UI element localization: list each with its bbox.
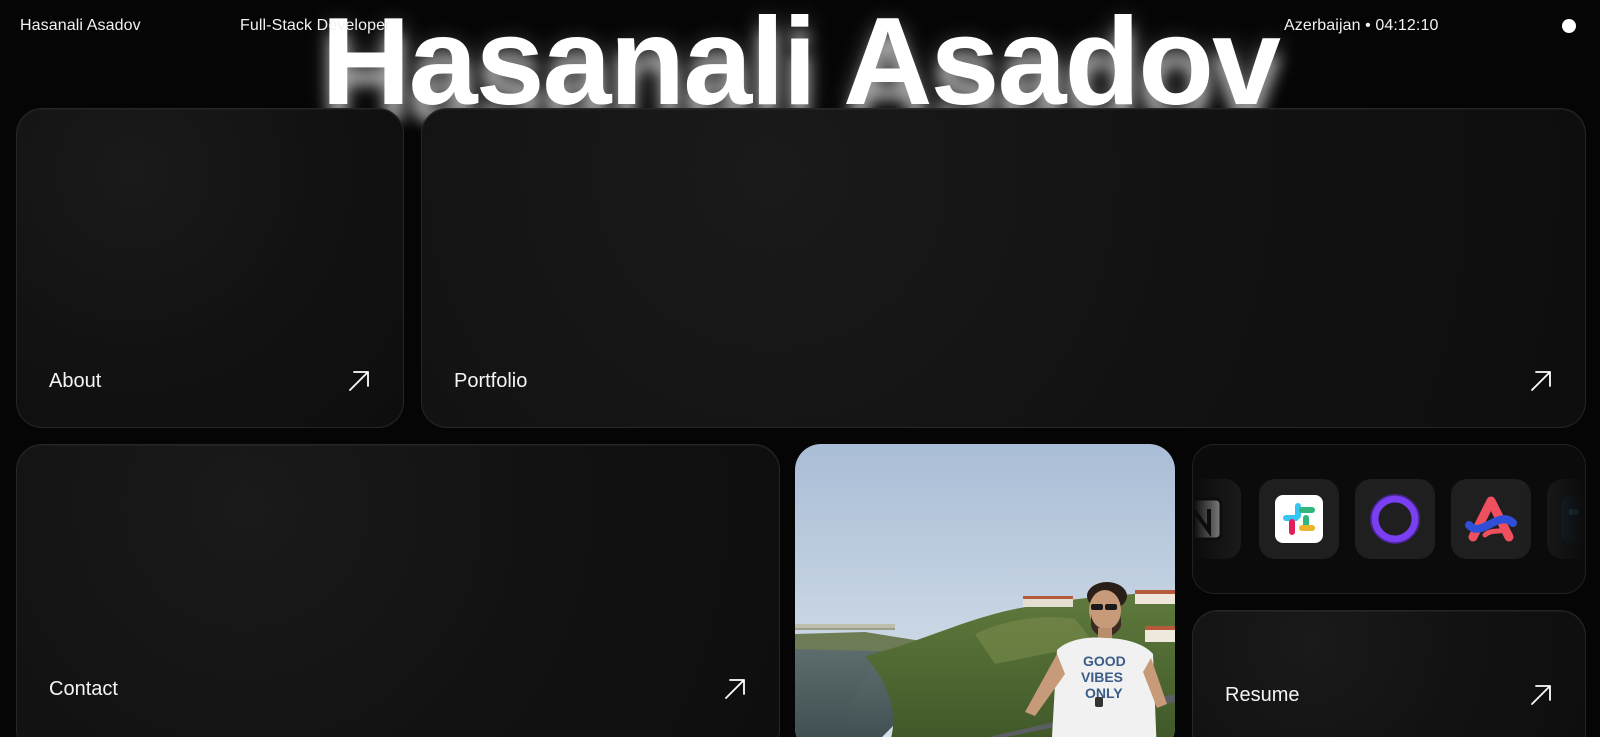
profile-photo-illustration: GOOD VIBES ONLY [795,444,1175,737]
tshirt-text-2: VIBES [1081,669,1123,685]
top-bar: Hasanali Asadov Full-Stack Developer Aze… [0,0,1600,52]
arrow-up-right-icon [725,679,745,699]
site-owner-name[interactable]: Hasanali Asadov [20,17,141,35]
resume-label: Resume [1225,684,1300,706]
about-card[interactable]: About [16,108,404,428]
job-title: Full-Stack Developer [240,17,391,34]
arc-style-logo-icon [1465,496,1517,542]
location-clock: Azerbaijan • 04:12:10 [1284,17,1439,34]
carousel-fade-left [1193,445,1253,593]
tools-carousel[interactable] [1192,444,1586,594]
slack-tile[interactable] [1259,479,1339,559]
tshirt-text-3: ONLY [1085,685,1123,701]
arrow-up-right-icon [1531,685,1551,705]
arc-style-tile[interactable] [1451,479,1531,559]
status-dot-icon[interactable] [1562,19,1576,33]
contact-card[interactable]: Contact [16,444,780,737]
slack-icon [1275,495,1323,543]
ring-app-tile[interactable] [1355,479,1435,559]
page: Hasanali Asadov Full-Stack Developer Aze… [0,0,1600,737]
ring-app-icon [1370,494,1420,544]
profile-photo: GOOD VIBES ONLY [795,444,1175,737]
arrow-up-right-icon [349,371,369,391]
portfolio-card[interactable]: Portfolio [421,108,1586,428]
resume-card[interactable]: Resume [1192,610,1586,737]
portfolio-label: Portfolio [454,370,528,392]
about-label: About [49,370,102,392]
arrow-up-right-icon [1531,371,1551,391]
contact-label: Contact [49,678,118,700]
carousel-fade-right [1525,445,1585,593]
tshirt-text-1: GOOD [1083,653,1126,669]
